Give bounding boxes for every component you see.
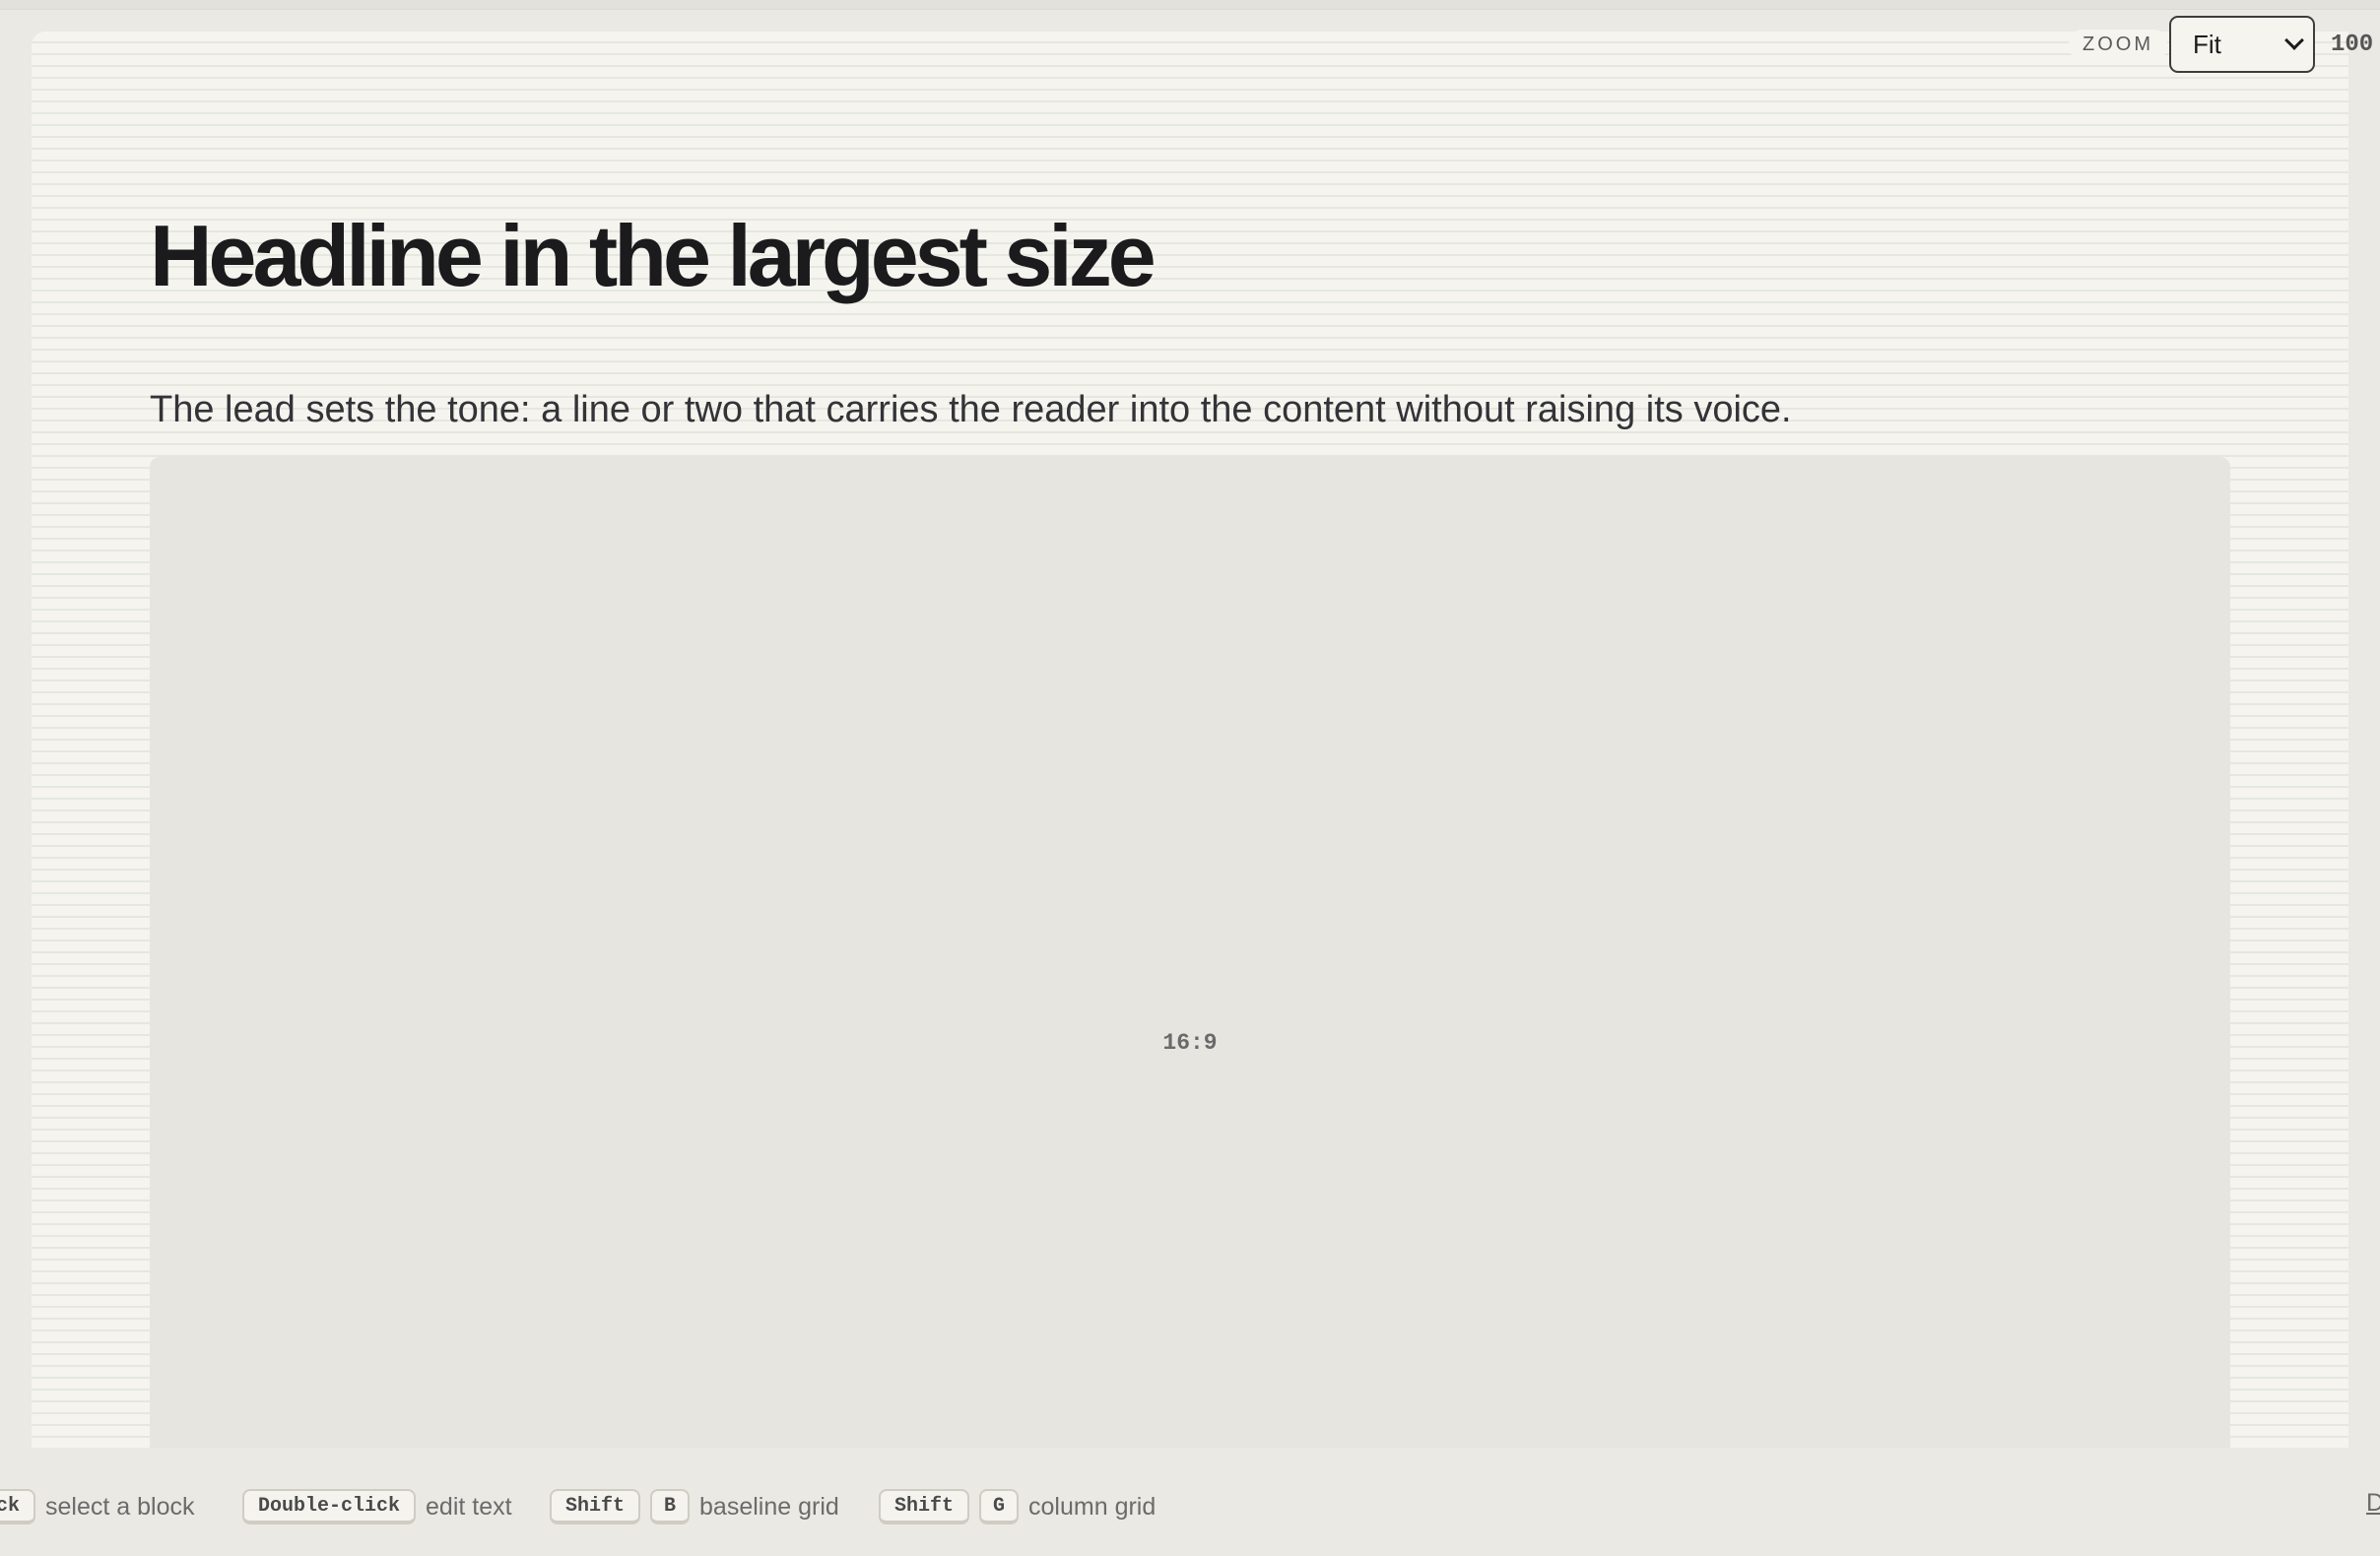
zoom-select-value: Fit (2193, 29, 2221, 59)
shortcut-help-bar: ick select a block Double-click edit tex… (0, 1448, 2380, 1556)
key-shift: Shift (879, 1489, 970, 1524)
media-placeholder[interactable]: 16:9 (150, 457, 2230, 1448)
hint-text: select a block (45, 1492, 195, 1521)
hint-text: column grid (1028, 1492, 1157, 1521)
hint-baseline-grid: Shift B baseline grid (550, 1487, 839, 1526)
key-g: G (979, 1489, 1020, 1524)
hint-text: edit text (426, 1492, 512, 1521)
key-shift: Shift (550, 1489, 641, 1524)
hint-edit-text: Double-click edit text (242, 1487, 512, 1526)
docs-link[interactable]: D (2366, 1489, 2380, 1518)
zoom-control: ZOOM Fit 100 (2069, 16, 2373, 73)
zoom-label: ZOOM (2069, 29, 2167, 60)
chevron-down-icon (2284, 31, 2304, 50)
zoom-select[interactable]: Fit (2169, 16, 2315, 73)
key-b: B (650, 1489, 691, 1524)
key-click: ick (0, 1489, 36, 1524)
aspect-ratio-label: 16:9 (1162, 1030, 1218, 1056)
zoom-percentage: 100 (2331, 31, 2374, 58)
hint-text: baseline grid (699, 1492, 839, 1521)
window-top-edge (0, 0, 2380, 10)
key-double-click: Double-click (242, 1489, 417, 1524)
page-canvas[interactable]: Headline in the largest size The lead se… (32, 32, 2348, 1448)
hint-select-block: ick select a block (0, 1487, 194, 1526)
headline[interactable]: Headline in the largest size (150, 208, 1157, 304)
hint-column-grid: Shift G column grid (879, 1487, 1156, 1526)
lead-paragraph[interactable]: The lead sets the tone: a line or two th… (150, 388, 1792, 433)
